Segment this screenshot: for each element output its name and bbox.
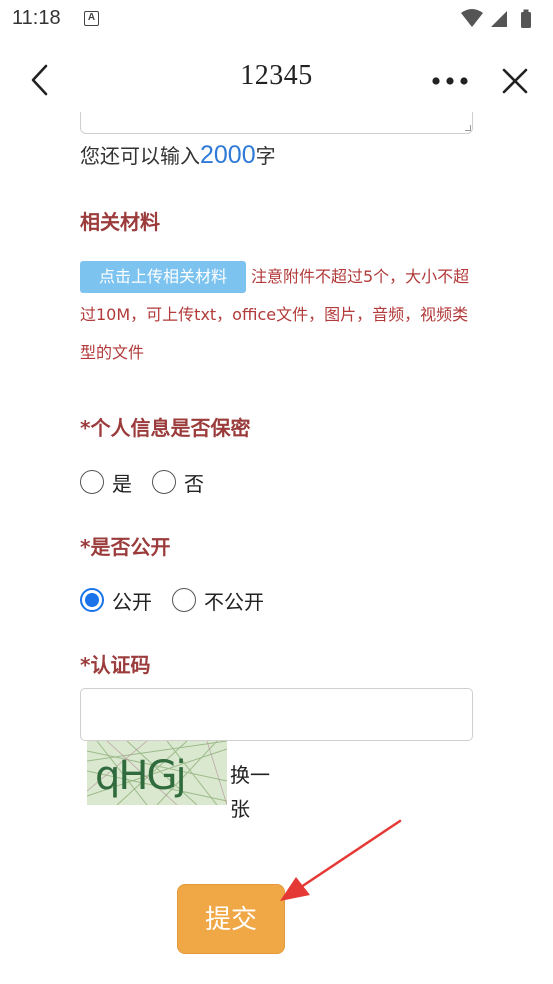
captcha-text: qHGj xyxy=(95,753,185,799)
privacy-radio-no[interactable] xyxy=(152,470,176,494)
char-remaining: 您还可以输入2000字 xyxy=(80,140,276,170)
char-count: 2000 xyxy=(200,141,256,169)
description-textarea[interactable] xyxy=(80,112,473,134)
close-icon[interactable] xyxy=(498,64,532,98)
page-title: 12345 xyxy=(240,60,313,91)
public-radio-public[interactable] xyxy=(80,588,104,612)
materials-title: 相关材料 xyxy=(80,210,160,234)
captcha-image[interactable]: qHGj xyxy=(87,741,227,805)
privacy-options: 是 否 xyxy=(80,467,224,497)
signal-icon xyxy=(491,11,507,27)
wifi-icon xyxy=(461,9,483,27)
privacy-title: *个人信息是否保密 xyxy=(80,416,251,440)
annotation-arrow-icon xyxy=(280,819,402,901)
battery-icon xyxy=(521,9,531,28)
upload-materials-button[interactable]: 点击上传相关材料 xyxy=(80,261,246,293)
privacy-radio-yes[interactable] xyxy=(80,470,104,494)
captcha-input[interactable] xyxy=(80,688,473,741)
public-label-public: 公开 xyxy=(112,589,152,614)
status-icons xyxy=(461,9,531,28)
public-title: *是否公开 xyxy=(80,535,171,559)
submit-button[interactable]: 提交 xyxy=(177,884,285,954)
privacy-label-yes: 是 xyxy=(112,471,132,496)
chevron-left-icon[interactable] xyxy=(24,60,58,100)
privacy-label-no: 否 xyxy=(184,471,204,496)
notification-a-icon: A xyxy=(84,11,99,26)
nav-bar: 12345 xyxy=(0,38,553,122)
captcha-refresh-link[interactable]: 换一张 xyxy=(230,758,276,826)
captcha-noise: qHGj xyxy=(87,741,227,805)
char-suffix: 字 xyxy=(255,144,276,168)
public-radio-private[interactable] xyxy=(172,588,196,612)
public-options: 公开 不公开 xyxy=(80,585,284,615)
captcha-title: *认证码 xyxy=(80,653,151,677)
public-label-private: 不公开 xyxy=(204,589,264,614)
status-bar: 11:18 A xyxy=(0,0,553,38)
char-prefix: 您还可以输入 xyxy=(80,144,200,168)
more-dots-icon[interactable] xyxy=(428,64,472,98)
status-time: 11:18 xyxy=(12,7,61,29)
resize-grip-icon[interactable] xyxy=(465,125,471,131)
